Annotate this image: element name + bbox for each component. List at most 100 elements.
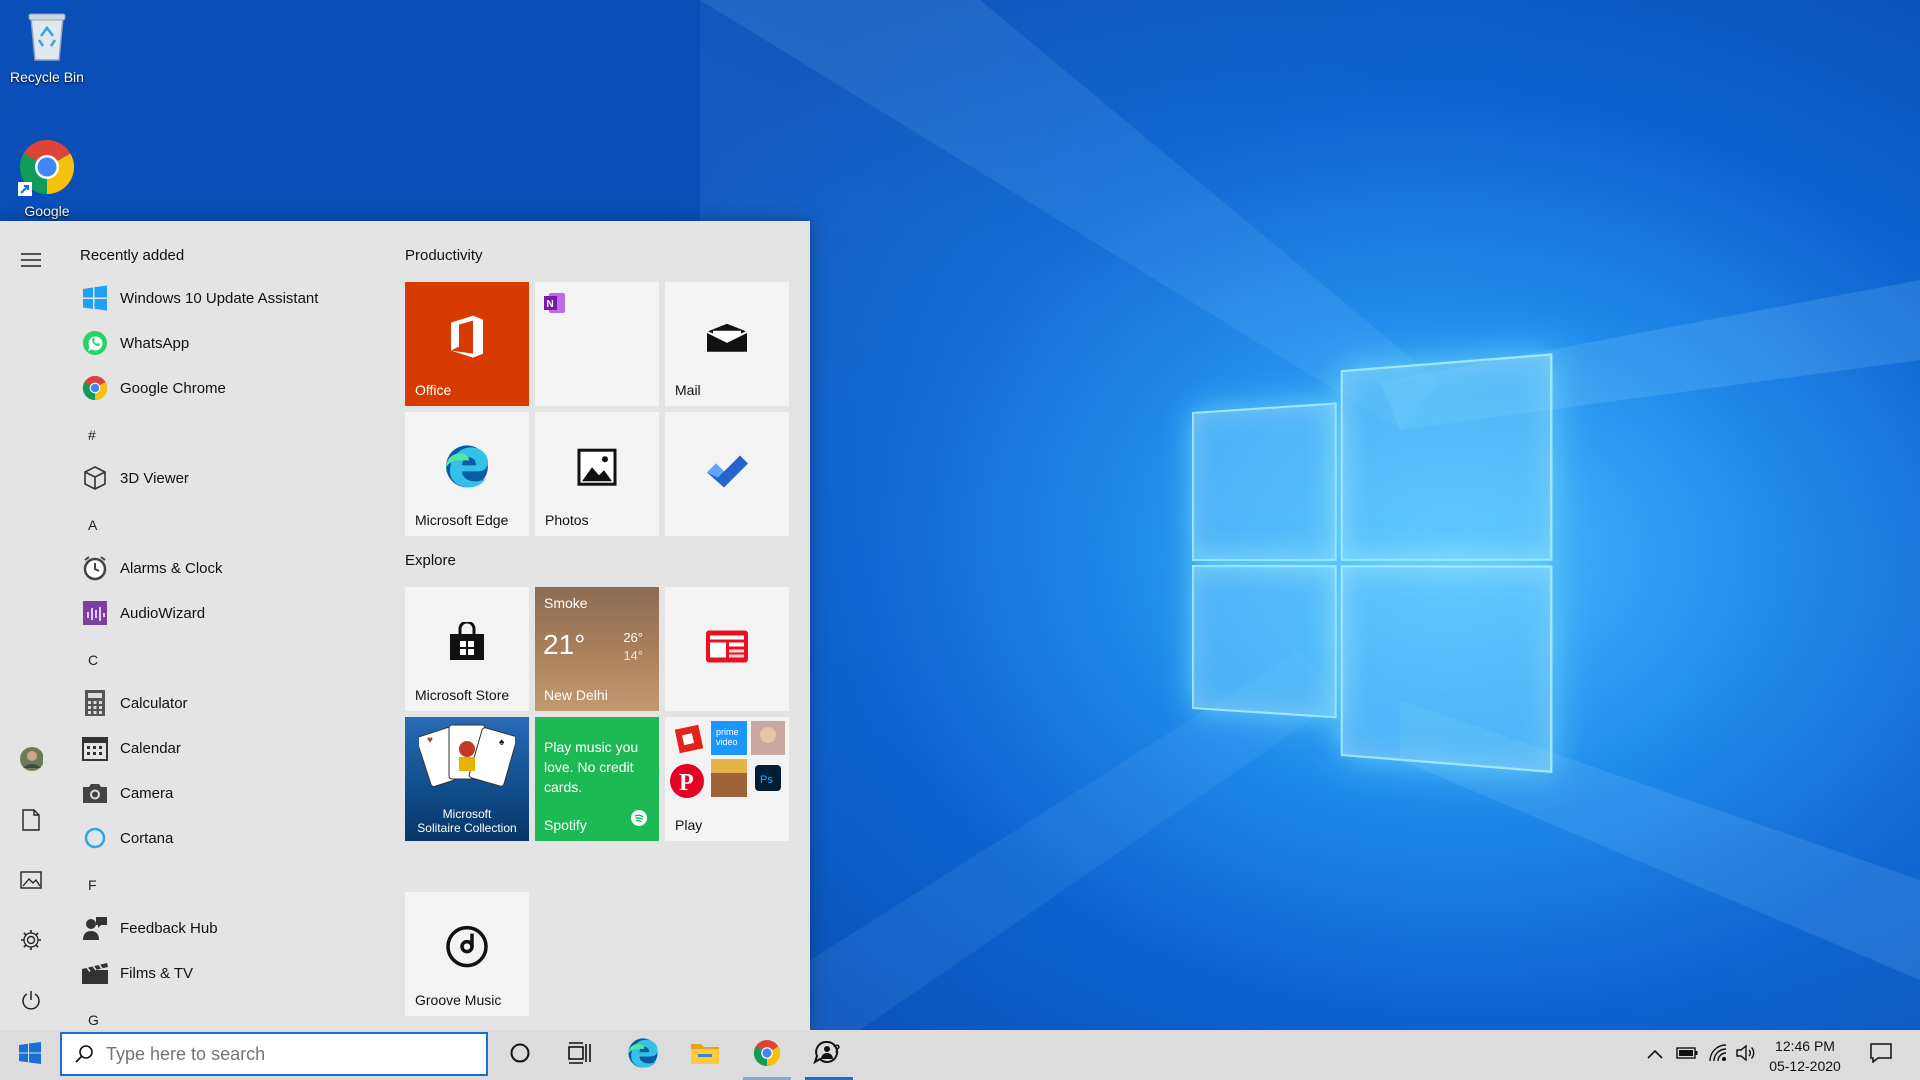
- app-item-label: Films & TV: [120, 964, 194, 982]
- settings-gear-icon[interactable]: [19, 928, 43, 952]
- chevron-up-icon: [1647, 1046, 1663, 1064]
- tile-weather[interactable]: Smoke 21° 26° 14° New Delhi: [535, 587, 659, 711]
- app-item-calendar[interactable]: Calendar: [80, 728, 181, 768]
- letter-header-f[interactable]: F: [88, 877, 97, 893]
- edge-icon: [627, 1037, 659, 1074]
- svg-text:Ps: Ps: [760, 774, 773, 786]
- tile-solitaire[interactable]: ♥ ♠ Microsoft Solitaire Collection: [405, 717, 529, 841]
- task-view-button[interactable]: [550, 1030, 610, 1080]
- svg-text:?: ?: [833, 1042, 840, 1056]
- app-item-feedback-hub[interactable]: Feedback Hub: [80, 908, 218, 948]
- show-hidden-icons-button[interactable]: [1645, 1030, 1665, 1080]
- tile-label: Microsoft Solitaire Collection: [417, 807, 517, 835]
- store-bag-icon: [447, 620, 487, 667]
- desktop-icon-recycle-bin[interactable]: Recycle Bin: [2, 8, 92, 85]
- app-item-3d-viewer[interactable]: 3D Viewer: [80, 458, 189, 498]
- app-item-label: Feedback Hub: [120, 919, 218, 937]
- desktop-icon-google[interactable]: Google: [2, 138, 92, 219]
- weather-high: 26°: [623, 630, 643, 645]
- desktop-icon-label: Google: [24, 203, 70, 219]
- app-item-camera[interactable]: Camera: [80, 773, 173, 813]
- tile-label: Office: [415, 382, 452, 398]
- letter-header-c[interactable]: C: [88, 652, 98, 668]
- svg-text:P: P: [679, 770, 694, 796]
- chrome-icon: [753, 1039, 781, 1072]
- start-button[interactable]: [0, 1030, 60, 1080]
- spotify-promo-text: Play music you love. No credit cards.: [544, 739, 639, 795]
- weather-city: New Delhi: [544, 687, 608, 703]
- cortana-circle-icon: [509, 1042, 531, 1069]
- taskbar-clock[interactable]: 12:46 PM 05-12-2020: [1760, 1036, 1850, 1076]
- network-button[interactable]: [1706, 1030, 1730, 1080]
- taskbar-chrome-button[interactable]: [737, 1030, 797, 1080]
- feedback-icon: [80, 913, 110, 943]
- tile-label: Microsoft Edge: [415, 512, 509, 528]
- tile-photos[interactable]: Photos: [535, 412, 659, 536]
- letter-header-hash[interactable]: #: [88, 427, 96, 443]
- taskbar-edge-button[interactable]: [613, 1030, 673, 1080]
- tile-microsoft-store[interactable]: Microsoft Store: [405, 587, 529, 711]
- tile-microsoft-edge[interactable]: Microsoft Edge: [405, 412, 529, 536]
- taskbar: ? 12:46 PM 05-12-2020: [0, 1030, 1920, 1080]
- tile-office[interactable]: Office: [405, 282, 529, 406]
- tile-label: Photos: [545, 512, 589, 528]
- documents-icon[interactable]: [19, 808, 43, 832]
- letter-header-a[interactable]: A: [88, 517, 97, 533]
- office-icon: [447, 315, 487, 364]
- action-center-button[interactable]: [1866, 1030, 1896, 1080]
- user-avatar-icon[interactable]: [19, 747, 43, 771]
- group-title-explore[interactable]: Explore: [405, 552, 456, 569]
- letter-header-g[interactable]: G: [88, 1012, 99, 1028]
- svg-text:♠: ♠: [499, 737, 505, 748]
- app-item-label: Camera: [120, 784, 174, 802]
- windows-icon: [80, 283, 110, 313]
- news-icon: [705, 630, 749, 669]
- edge-icon: [444, 443, 490, 494]
- taskbar-search-box[interactable]: [60, 1032, 488, 1076]
- app-item-films-tv[interactable]: Films & TV: [80, 953, 193, 993]
- taskbar-feedback-hub-button[interactable]: ?: [799, 1030, 859, 1080]
- svg-text:video: video: [716, 737, 738, 747]
- app-list: Recently added Windows 10 Update Assista…: [62, 221, 362, 1030]
- volume-button[interactable]: [1734, 1030, 1758, 1080]
- app-item-google-chrome[interactable]: Google Chrome: [80, 368, 226, 408]
- tile-mail[interactable]: Mail: [665, 282, 789, 406]
- search-input[interactable]: [104, 1042, 468, 1066]
- speaker-icon: [1736, 1044, 1756, 1067]
- search-icon: [74, 1044, 94, 1064]
- cortana-icon: [80, 823, 110, 853]
- tile-spotify[interactable]: Play music you love. No credit cards. Sp…: [535, 717, 659, 841]
- camera-icon: [80, 778, 110, 808]
- pictures-icon[interactable]: [19, 868, 43, 892]
- clock-time: 12:46 PM: [1775, 1038, 1835, 1054]
- svg-text:N: N: [547, 299, 554, 310]
- app-item-cortana[interactable]: Cortana: [80, 818, 173, 858]
- app-item-alarms-clock[interactable]: Alarms & Clock: [80, 548, 223, 588]
- app-item-audiowizard[interactable]: AudioWizard: [80, 593, 205, 633]
- app-item-windows-update-assistant[interactable]: Windows 10 Update Assistant: [80, 278, 318, 318]
- film-icon: [80, 958, 110, 988]
- battery-icon: [1676, 1046, 1698, 1064]
- tile-news[interactable]: [665, 587, 789, 711]
- feedback-hub-icon: ?: [813, 1039, 845, 1072]
- notification-icon: [1870, 1042, 1892, 1068]
- app-item-whatsapp[interactable]: WhatsApp: [80, 323, 189, 363]
- tile-todo[interactable]: [665, 412, 789, 536]
- tile-play[interactable]: prime video P Ps Play: [665, 717, 789, 841]
- checkmark-icon: [705, 455, 749, 494]
- tile-groove-music[interactable]: Groove Music: [405, 892, 529, 1016]
- hamburger-menu-icon[interactable]: [19, 248, 43, 272]
- battery-button[interactable]: [1674, 1030, 1700, 1080]
- group-title-productivity[interactable]: Productivity: [405, 247, 483, 264]
- tile-label: Microsoft Store: [415, 687, 510, 703]
- taskbar-file-explorer-button[interactable]: [675, 1030, 735, 1080]
- recently-added-header: Recently added: [80, 247, 185, 264]
- app-item-calculator[interactable]: Calculator: [80, 683, 188, 723]
- power-icon[interactable]: [19, 988, 43, 1012]
- weather-low: 14°: [623, 648, 643, 663]
- spotify-icon: [631, 810, 647, 831]
- calendar-icon: [80, 733, 110, 763]
- app-item-label: Calendar: [120, 739, 181, 757]
- tile-onenote[interactable]: N: [535, 282, 659, 406]
- cortana-button[interactable]: [490, 1030, 550, 1080]
